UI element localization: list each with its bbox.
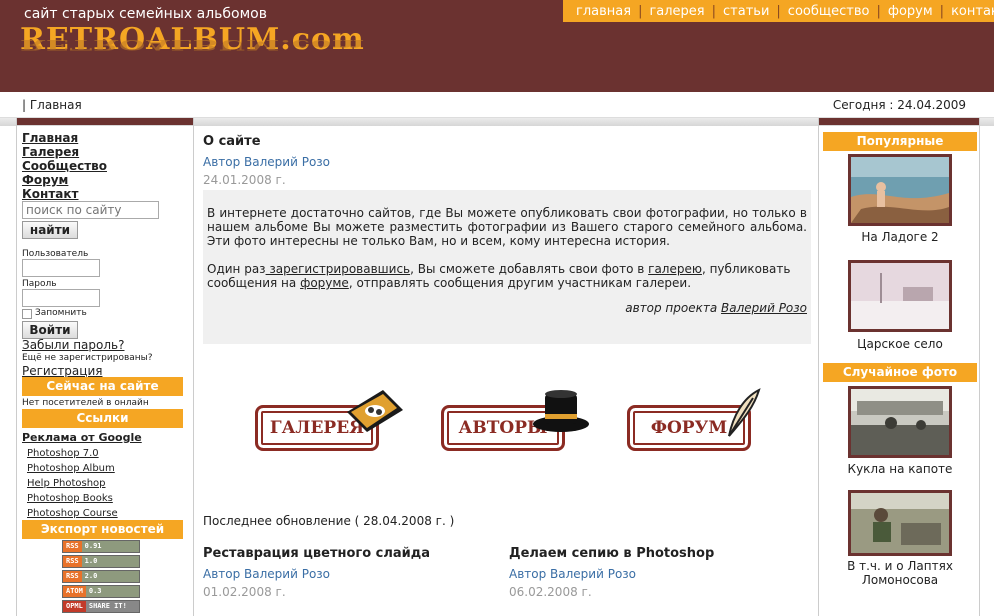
breadcrumb-bar: | Главная Сегодня : 24.04.2009 xyxy=(0,92,994,118)
rss-10-badge[interactable]: RSS 1.0 xyxy=(62,555,140,568)
sidebar-topbar xyxy=(17,118,193,125)
news-title[interactable]: Реставрация цветного слайда xyxy=(203,546,430,561)
photo-image xyxy=(851,493,949,553)
news-author[interactable]: Автор Валерий Розо xyxy=(203,567,330,581)
photo-caption: На Ладоге 2 xyxy=(861,230,939,244)
menu-item-gallery[interactable]: Галерея xyxy=(22,145,193,159)
main-content: О сайте Автор Валерий Розо 24.01.2008 г.… xyxy=(203,118,811,616)
ad-link[interactable]: Photoshop Album xyxy=(27,463,115,474)
forum-inline-link[interactable]: форуме xyxy=(300,276,349,290)
photo-caption: В т.ч. и о Лаптях Ломоносова xyxy=(847,559,953,587)
quill-pen-icon xyxy=(728,388,761,437)
left-menu: Главная Галерея Сообщество Форум Контакт xyxy=(17,125,193,201)
photo-album-icon xyxy=(347,390,403,432)
menu-item-home[interactable]: Главная xyxy=(22,131,193,145)
site-tagline: сайт старых семейных альбомов xyxy=(24,6,267,22)
search-input[interactable] xyxy=(22,201,159,219)
nav-community[interactable]: сообщество xyxy=(781,4,877,19)
nav-articles[interactable]: статьи xyxy=(716,4,776,19)
rss-091-badge[interactable]: RSS 0.91 xyxy=(62,540,140,553)
remember-checkbox[interactable] xyxy=(22,309,32,319)
photo-image xyxy=(851,157,949,223)
sidebar-topbar xyxy=(819,118,979,125)
random-photo-title: Случайное фото xyxy=(823,363,977,382)
photo-image xyxy=(851,389,949,455)
left-sidebar: Главная Галерея Сообщество Форум Контакт… xyxy=(16,118,194,616)
photo-thumbnail[interactable] xyxy=(848,154,952,226)
ad-link[interactable]: Photoshop Course xyxy=(27,508,118,519)
article-paragraph: Один раз зарегистрировавшись, Вы сможете… xyxy=(207,262,807,290)
news-date: 01.02.2008 г. xyxy=(203,585,286,599)
article-signature: автор проекта Валерий Розо xyxy=(625,301,807,315)
photo-thumbnail[interactable] xyxy=(848,490,952,556)
menu-item-contact[interactable]: Контакт xyxy=(22,187,193,201)
article-title: О сайте xyxy=(203,134,261,149)
password-field[interactable] xyxy=(22,289,100,307)
ad-link[interactable]: Photoshop 7.0 xyxy=(27,448,99,459)
export-title: Экспорт новостей xyxy=(22,520,183,539)
text: Один раз xyxy=(207,262,266,276)
text: , Вы сможете добавлять свои фото в xyxy=(410,262,649,276)
last-update: Последнее обновление ( 28.04.2008 г. ) xyxy=(203,514,455,528)
login-button[interactable]: Войти xyxy=(22,321,78,339)
photo-caption: Царское село xyxy=(857,337,943,351)
popular-title: Популярные xyxy=(823,132,977,151)
article-body: В интернете достаточно сайтов, где Вы мо… xyxy=(203,190,811,344)
photo-thumbnail[interactable] xyxy=(848,260,952,332)
text: , отправлять сообщения другим участникам… xyxy=(348,276,692,290)
ad-link[interactable]: Photoshop Books xyxy=(27,493,113,504)
breadcrumb: | Главная xyxy=(22,98,82,112)
password-label: Пароль xyxy=(22,279,57,289)
username-label: Пользователь xyxy=(22,249,89,259)
article-author[interactable]: Автор Валерий Розо xyxy=(203,155,330,169)
nav-contact[interactable]: контакт xyxy=(944,4,994,19)
photo-caption: Кукла на капоте xyxy=(847,462,953,476)
top-hat-icon xyxy=(533,390,589,432)
article-date: 24.01.2008 г. xyxy=(203,173,286,187)
username-field[interactable] xyxy=(22,259,100,277)
today-date: Сегодня : 24.04.2009 xyxy=(832,98,966,112)
news-title[interactable]: Делаем сепию в Photoshop xyxy=(509,546,714,561)
top-navigation: главная | галерея | статьи | сообщество | фо… xyxy=(563,0,994,22)
logo-reflection: RETROALBUM.com xyxy=(20,36,365,52)
text: автор проекта xyxy=(625,301,722,315)
rss-20-badge[interactable]: RSS 2.0 xyxy=(62,570,140,583)
register-link[interactable]: Регистрация xyxy=(22,364,102,378)
news-author[interactable]: Автор Валерий Розо xyxy=(509,567,636,581)
nav-forum[interactable]: форум xyxy=(881,4,940,19)
site-header: сайт старых семейных альбомов RETROALBUM… xyxy=(0,0,994,92)
register-inline-link[interactable]: зарегистрировавшись xyxy=(266,262,410,276)
links-title: Ссылки xyxy=(22,409,183,428)
atom-badge[interactable]: ATOM 0.3 xyxy=(62,585,140,598)
online-status: Нет посетителей в онлайн xyxy=(22,398,149,408)
right-sidebar: Популярные На Ладоге 2 Царское село Случ… xyxy=(818,118,980,616)
nav-home[interactable]: главная xyxy=(569,4,638,19)
nav-gallery[interactable]: галерея xyxy=(642,4,711,19)
forgot-password-link[interactable]: Забыли пароль? xyxy=(22,338,124,352)
opml-badge[interactable]: OPML SHARE IT! xyxy=(62,600,140,613)
not-registered-text: Ещё не зарегистрированы? xyxy=(22,353,153,363)
menu-item-community[interactable]: Сообщество xyxy=(22,159,193,173)
remember-label: Запомнить xyxy=(35,308,87,318)
gallery-inline-link[interactable]: галерею xyxy=(648,262,702,276)
search-button[interactable]: найти xyxy=(22,221,78,239)
photo-thumbnail[interactable] xyxy=(848,386,952,458)
author-link[interactable]: Валерий Розо xyxy=(721,301,807,315)
online-title: Сейчас на сайте xyxy=(22,377,183,396)
photo-image xyxy=(851,263,949,329)
menu-item-forum[interactable]: Форум xyxy=(22,173,193,187)
google-ads-title[interactable]: Реклама от Google xyxy=(22,431,142,444)
ad-link[interactable]: Help Photoshop xyxy=(27,478,106,489)
article-paragraph: В интернете достаточно сайтов, где Вы мо… xyxy=(207,206,807,248)
news-date: 06.02.2008 г. xyxy=(509,585,592,599)
